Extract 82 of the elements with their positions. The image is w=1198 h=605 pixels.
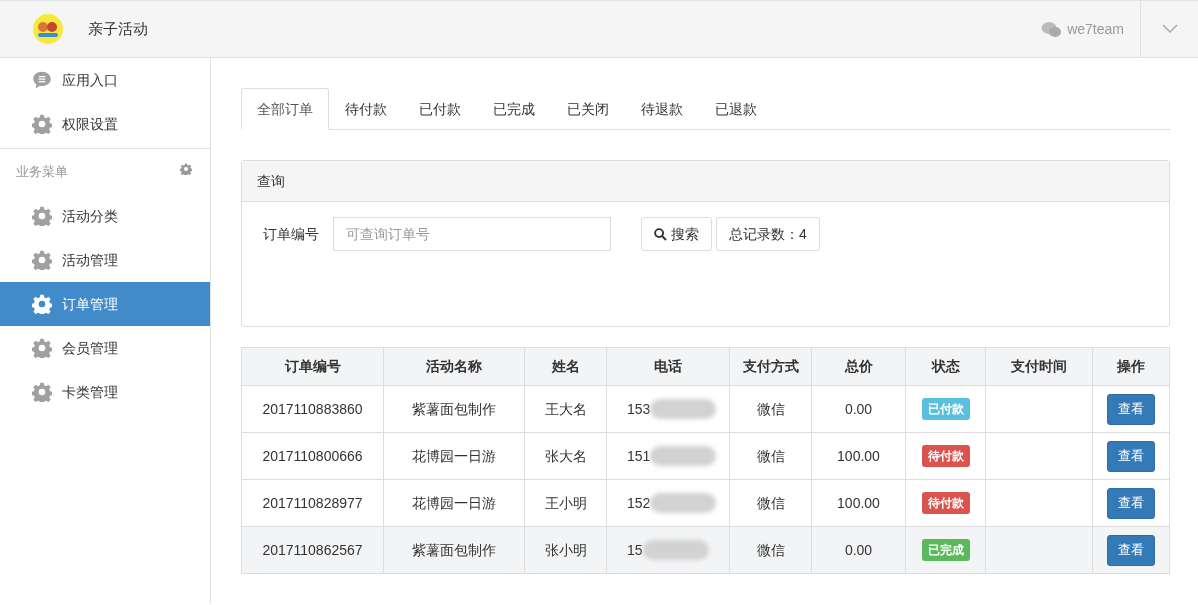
table-row[interactable]: 2017110828977 花博园一日游 王小明 152 微信 100.00 待付款 查看 xyxy=(241,479,1170,527)
table-cell: 100.00 xyxy=(811,432,906,480)
redaction-blur xyxy=(650,446,717,466)
table-cell-text: 153 xyxy=(627,399,651,419)
table-cell: 紫薯面包制作 xyxy=(383,526,525,574)
table-cell: 王小明 xyxy=(524,479,607,527)
table-cell: 2017110828977 xyxy=(241,479,384,527)
status-badge: 已完成 xyxy=(921,539,970,561)
tab[interactable]: 已付款 xyxy=(403,88,477,130)
tab[interactable]: 全部订单 xyxy=(241,88,329,130)
chevron-down-icon[interactable] xyxy=(1161,24,1178,34)
table-cell: 微信 xyxy=(729,479,812,527)
table-cell: 2017110800666 xyxy=(241,432,384,480)
sidebar-item[interactable]: 订单管理 xyxy=(0,282,210,326)
table-cell: 2017110883860 xyxy=(241,385,384,433)
table-cell: 花博园一日游 xyxy=(383,479,525,527)
panel-title: 查询 xyxy=(257,171,285,191)
sidebar-item[interactable]: 活动管理 xyxy=(0,238,210,282)
table-row[interactable]: 2017110883860 紫薯面包制作 王大名 153 微信 0.00 已付款 查看 xyxy=(241,385,1170,433)
total-count: 总记录数：4 xyxy=(716,217,820,251)
app-title: 亲子活动 xyxy=(88,18,148,39)
settings-icon[interactable] xyxy=(180,162,192,175)
column-header: 活动名称 xyxy=(383,347,525,386)
sidebar-item[interactable]: 应用入口 xyxy=(0,58,210,102)
table-cell-text: 152 xyxy=(627,493,651,513)
field-label: 订单编号 xyxy=(263,224,319,244)
gear-icon xyxy=(32,114,52,134)
column-header: 电话 xyxy=(606,347,730,386)
table-cell: 100.00 xyxy=(811,479,906,527)
table-cell: 微信 xyxy=(729,526,812,574)
sidebar-item[interactable]: 活动分类 xyxy=(0,194,210,238)
tab[interactable]: 已退款 xyxy=(699,88,773,130)
search-icon xyxy=(654,227,667,241)
status-badge: 已付款 xyxy=(921,398,970,420)
section-title: 业务菜单 xyxy=(16,162,68,181)
view-button[interactable]: 查看 xyxy=(1107,487,1155,519)
gear-icon xyxy=(32,250,52,270)
gear-icon xyxy=(32,294,52,314)
column-header: 总价 xyxy=(811,347,906,386)
table-row[interactable]: 2017110862567 紫薯面包制作 张小明 15 微信 0.00 已完成 查看 xyxy=(241,526,1170,574)
gear-icon xyxy=(32,206,52,226)
column-header: 订单编号 xyxy=(241,347,384,386)
redaction-blur xyxy=(650,399,717,419)
table-cell-text: 151 xyxy=(627,446,651,466)
gear-icon xyxy=(32,338,52,358)
table-cell: 王大名 xyxy=(524,385,607,433)
sidebar-item[interactable]: 卡类管理 xyxy=(0,370,210,414)
column-header: 姓名 xyxy=(524,347,607,386)
chat-icon xyxy=(32,70,52,90)
redaction-blur xyxy=(642,540,709,560)
search-button[interactable]: 搜索 xyxy=(641,217,712,251)
table-cell: 紫薯面包制作 xyxy=(383,385,525,433)
table-cell: 0.00 xyxy=(811,526,906,574)
table-cell: 0.00 xyxy=(811,385,906,433)
table-cell: 2017110862567 xyxy=(241,526,384,574)
table-row[interactable]: 2017110800666 花博园一日游 张大名 151 微信 100.00 待付款 查看 xyxy=(241,432,1170,480)
order-number-field[interactable]: 可查询订单号 xyxy=(333,217,611,251)
table-cell: 微信 xyxy=(729,385,812,433)
table-cell: 花博园一日游 xyxy=(383,432,525,480)
redaction-blur xyxy=(650,493,717,513)
table-cell: 张小明 xyxy=(524,526,607,574)
column-header: 支付方式 xyxy=(729,347,812,386)
tab[interactable]: 已完成 xyxy=(477,88,551,130)
sidebar-item[interactable]: 会员管理 xyxy=(0,326,210,370)
account-name: we7team xyxy=(1067,19,1124,39)
table-cell-text: 15 xyxy=(627,540,643,560)
gear-icon xyxy=(32,382,52,402)
view-button[interactable]: 查看 xyxy=(1107,534,1155,566)
view-button[interactable]: 查看 xyxy=(1107,440,1155,472)
table-cell: 微信 xyxy=(729,432,812,480)
table-cell: 张大名 xyxy=(524,432,607,480)
column-header: 操作 xyxy=(1092,347,1170,386)
status-badge: 待付款 xyxy=(921,445,970,467)
tab[interactable]: 待退款 xyxy=(625,88,699,130)
status-badge: 待付款 xyxy=(921,492,970,514)
column-header: 支付时间 xyxy=(985,347,1093,386)
column-header: 状态 xyxy=(905,347,986,386)
view-button[interactable]: 查看 xyxy=(1107,393,1155,425)
wechat-icon xyxy=(1041,20,1062,38)
sidebar-item[interactable]: 权限设置 xyxy=(0,102,210,146)
tab[interactable]: 已关闭 xyxy=(551,88,625,130)
tab[interactable]: 待付款 xyxy=(329,88,403,130)
